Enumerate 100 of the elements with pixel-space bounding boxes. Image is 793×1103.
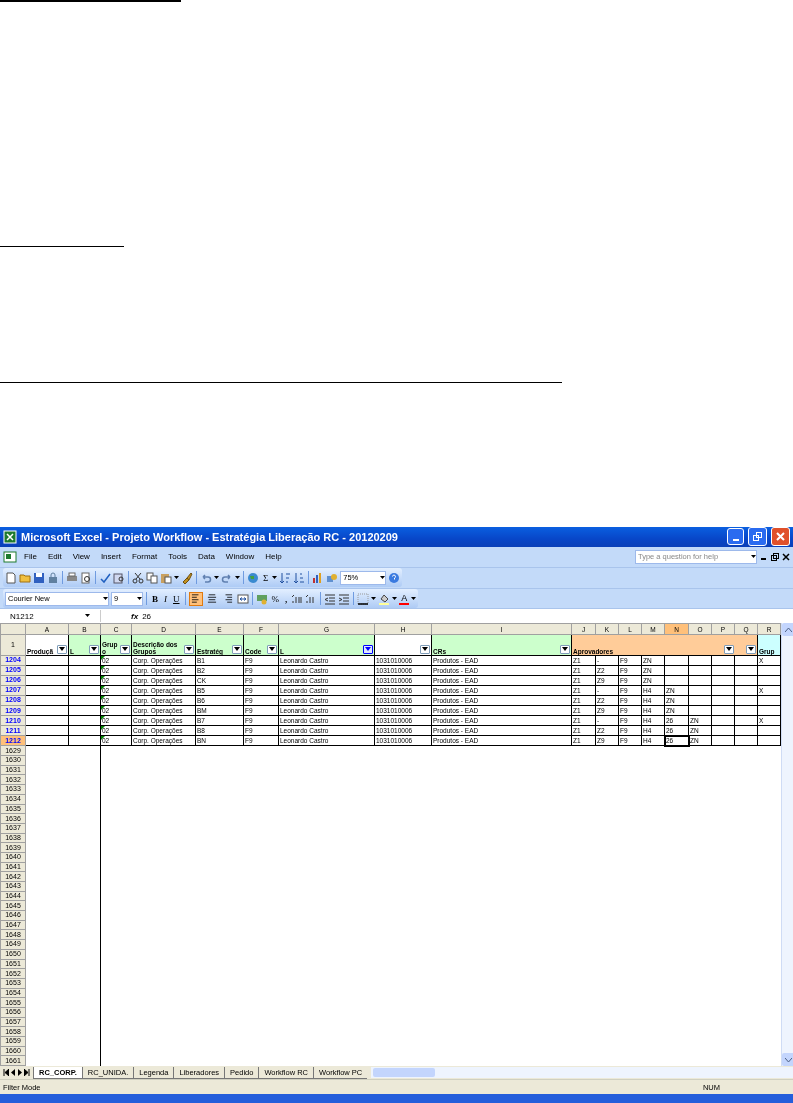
new-document-icon[interactable]	[5, 571, 17, 584]
menu-item[interactable]: Format	[127, 552, 162, 562]
copy-icon[interactable]	[146, 571, 158, 584]
table-cell	[757, 665, 781, 676]
comma-button[interactable]: ,	[283, 592, 290, 605]
drawing-icon[interactable]	[326, 571, 339, 584]
filter-button[interactable]	[420, 644, 430, 654]
filter-button[interactable]	[267, 644, 277, 654]
font-color-button[interactable]: A	[399, 592, 410, 605]
table-cell	[757, 675, 781, 686]
fill-bucket-icon[interactable]	[378, 592, 391, 605]
function-label[interactable]: fx	[131, 611, 139, 621]
menu-item[interactable]: View	[68, 552, 94, 562]
table-cell	[734, 675, 758, 686]
currency-icon[interactable]	[255, 592, 268, 605]
filter-button[interactable]	[89, 644, 99, 654]
menu-item[interactable]: Tools	[164, 552, 191, 562]
filter-button[interactable]	[363, 644, 373, 654]
close-button[interactable]	[771, 527, 790, 547]
table-cell	[68, 665, 101, 676]
scroll-down-button[interactable]	[782, 1053, 793, 1067]
filter-button[interactable]	[560, 644, 570, 654]
next-sheet-icon[interactable]	[17, 1069, 23, 1077]
caret-icon[interactable]	[411, 596, 417, 601]
menu-item[interactable]: Insert	[96, 552, 125, 562]
caret-icon[interactable]	[272, 575, 278, 580]
caret-icon[interactable]	[392, 596, 398, 601]
brush-icon[interactable]	[181, 571, 193, 584]
save-icon[interactable]	[33, 571, 45, 584]
borders-icon[interactable]	[357, 592, 370, 605]
table-cell	[711, 665, 735, 676]
align-left-icon[interactable]	[188, 591, 203, 606]
italic-button[interactable]: I	[162, 592, 169, 605]
filter-button[interactable]	[57, 644, 67, 654]
bold-button[interactable]: B	[150, 592, 160, 605]
table-cell	[68, 715, 101, 726]
chevron-down-icon	[785, 1057, 792, 1062]
table-cell	[734, 715, 758, 726]
last-sheet-icon[interactable]	[24, 1069, 30, 1077]
underline-button[interactable]: U	[171, 592, 182, 605]
paste-icon[interactable]	[160, 571, 172, 584]
autosum-button[interactable]: Σ	[261, 571, 271, 584]
close-icon[interactable]	[782, 552, 790, 561]
table-cell	[25, 705, 69, 716]
table-cell	[664, 675, 689, 686]
caret-icon[interactable]	[103, 596, 108, 601]
formula-value: 26	[142, 611, 152, 621]
filter-button[interactable]	[232, 644, 242, 654]
filter-button[interactable]	[184, 644, 194, 654]
previous-sheet-icon[interactable]	[10, 1069, 16, 1077]
chevron-up-icon	[785, 627, 792, 632]
globe-link-icon[interactable]	[247, 571, 259, 584]
scissors-icon[interactable]	[132, 571, 144, 584]
window-title: Microsoft Excel - Projeto Workflow - Estratégia Liberação RC - 20120209	[21, 530, 399, 543]
workbook-icon[interactable]	[3, 550, 17, 563]
table-cell	[734, 665, 758, 676]
caret-icon[interactable]	[137, 596, 142, 601]
table-cell	[664, 655, 689, 666]
sort-ascending-icon[interactable]	[279, 571, 292, 584]
caret-icon[interactable]	[174, 575, 179, 580]
table-cell	[25, 695, 69, 706]
menu-item[interactable]: Edit	[43, 552, 66, 562]
table-cell	[734, 695, 758, 706]
decrease-indent-icon[interactable]	[324, 592, 337, 605]
folder-icon[interactable]	[19, 571, 31, 584]
restore-button[interactable]	[748, 527, 767, 547]
caret-icon[interactable]	[85, 614, 90, 619]
print-preview-icon[interactable]	[80, 571, 92, 584]
table-cell	[68, 725, 101, 736]
caret-icon[interactable]	[380, 575, 386, 580]
table-cell	[25, 685, 69, 696]
first-sheet-icon[interactable]	[3, 1069, 9, 1077]
increase-decimal-icon[interactable]	[291, 592, 304, 605]
menu-item[interactable]: File	[20, 552, 41, 562]
menu-item[interactable]: Help	[261, 552, 286, 562]
printer-icon[interactable]	[66, 571, 78, 584]
caret-icon[interactable]	[214, 575, 219, 580]
caret-icon[interactable]	[235, 575, 240, 580]
menu-item[interactable]: Window	[221, 552, 259, 562]
name-box[interactable]: N1212	[0, 610, 101, 623]
merge-center-icon[interactable]	[236, 592, 249, 605]
minimize-button[interactable]	[727, 528, 744, 546]
caret-icon[interactable]	[751, 554, 756, 559]
filter-button[interactable]	[746, 644, 756, 654]
scroll-up-button[interactable]	[782, 623, 793, 637]
menu-item[interactable]: Data	[193, 552, 219, 562]
table-cell	[757, 705, 781, 716]
caret-icon[interactable]	[371, 596, 377, 601]
minimize-icon	[732, 539, 739, 542]
horizontal-scrollbar[interactable]	[371, 1067, 793, 1079]
restore-icon[interactable]	[771, 552, 779, 561]
filter-button[interactable]	[120, 644, 130, 654]
percent-button[interactable]: %	[269, 592, 281, 605]
increase-indent-icon[interactable]	[338, 592, 351, 605]
lock-icon[interactable]	[47, 571, 59, 584]
table-cell	[25, 675, 69, 686]
table-cell	[68, 705, 101, 716]
sort-descending-icon[interactable]	[293, 571, 306, 584]
filter-button[interactable]	[723, 644, 734, 654]
table-cell	[711, 675, 735, 686]
